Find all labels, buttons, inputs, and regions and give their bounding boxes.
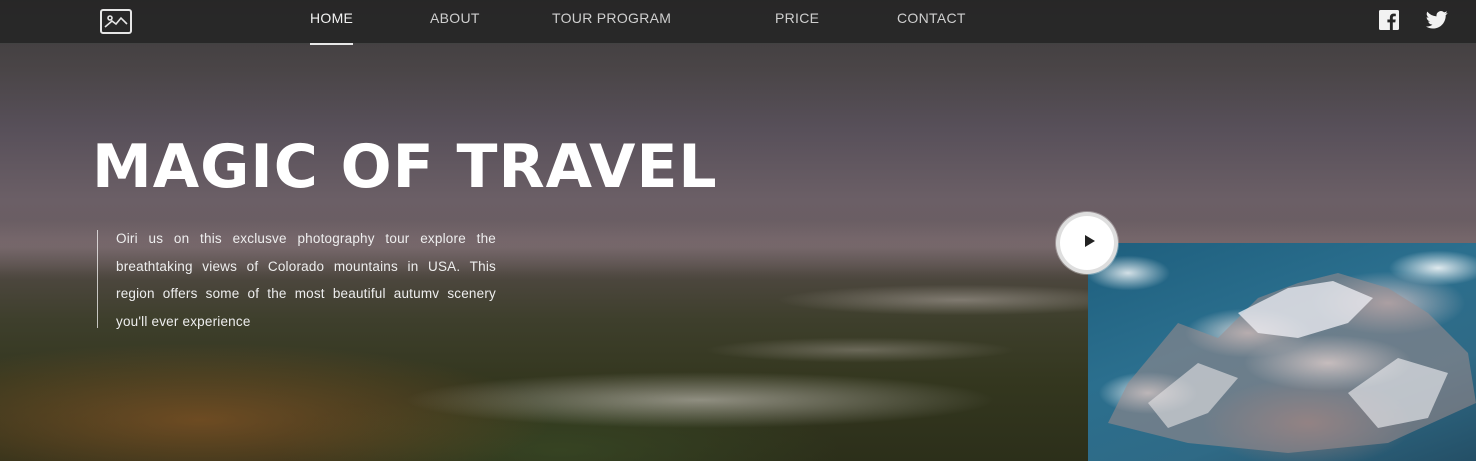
video-thumbnail[interactable]	[1088, 243, 1476, 461]
nav-price[interactable]: PRICE	[775, 10, 819, 44]
nav-contact[interactable]: CONTACT	[897, 10, 966, 44]
nav-about[interactable]: ABOUT	[430, 10, 480, 44]
play-icon	[1085, 235, 1095, 247]
logo-image-icon[interactable]	[100, 9, 132, 34]
nav-home[interactable]: HOME	[310, 10, 354, 45]
hero-description: Oiri us on this exclusve photography tou…	[116, 231, 496, 329]
facebook-icon[interactable]	[1379, 10, 1401, 32]
play-video-button[interactable]	[1056, 212, 1118, 274]
nav-tour-program[interactable]: TOUR PROGRAM	[552, 10, 671, 44]
twitter-icon[interactable]	[1426, 10, 1448, 32]
hero-title: MAGIC OF TRAVEL	[92, 132, 718, 202]
top-navigation: HOME ABOUT TOUR PROGRAM PRICE CONTACT	[0, 0, 1476, 45]
description-accent-line	[97, 230, 98, 328]
